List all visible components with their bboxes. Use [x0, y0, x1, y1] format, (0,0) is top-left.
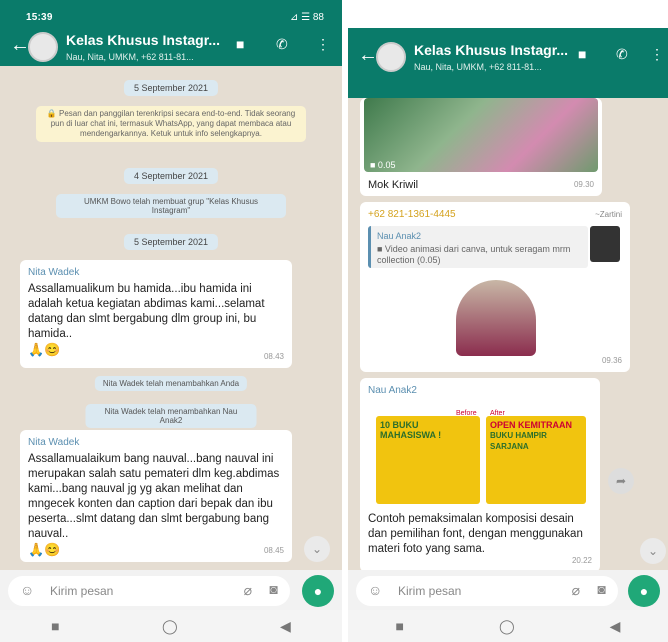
- encryption-notice[interactable]: 🔒 Pesan dan panggilan terenkripsi secara…: [36, 106, 306, 142]
- message-input[interactable]: ☺ Kirim pesan ⌀ ◙: [356, 576, 618, 606]
- video-message[interactable]: ■ 0.05 Mok Kriwil 09.30: [360, 98, 602, 196]
- poster2-title: OPEN KEMITRAAN: [490, 420, 573, 430]
- video-thumbnail[interactable]: [364, 98, 598, 172]
- quote-thumbnail: [590, 226, 620, 262]
- back-arrow-icon[interactable]: ←: [10, 34, 30, 57]
- message-sender: Nita Wadek: [28, 437, 80, 448]
- message-input[interactable]: ☺ Kirim pesan ⌀ ◙: [8, 576, 290, 606]
- chat-header: ← Kelas Khusus Instagr... Nau, Nita, UMK…: [0, 28, 342, 66]
- message-sender: Nita Wadek: [28, 267, 80, 278]
- chat-header: ← Kelas Khusus Instagr... Nau, Nita, UMK…: [348, 38, 668, 76]
- sticker-image[interactable]: [456, 280, 536, 356]
- date-chip: 5 September 2021: [123, 80, 219, 96]
- chat-title[interactable]: Kelas Khusus Instagr...: [66, 32, 220, 48]
- phone-screen-left: 15:39 ⊿ ☰ 88 ← Kelas Khusus Instagr... N…: [0, 0, 342, 642]
- status-time: 15:39: [26, 12, 53, 23]
- status-time: 15:40: [366, 16, 393, 27]
- mic-button[interactable]: ●: [302, 575, 334, 607]
- video-caption: Mok Kriwil: [368, 179, 419, 191]
- phone-call-icon[interactable]: ✆: [276, 36, 288, 53]
- attach-icon[interactable]: ⌀: [244, 582, 252, 599]
- forward-icon[interactable]: ➦: [608, 468, 634, 494]
- input-placeholder: Kirim pesan: [398, 584, 462, 598]
- scroll-down-icon[interactable]: ⌄: [304, 536, 330, 562]
- poster1-title: 10 BUKU MAHASISWA !: [380, 420, 442, 440]
- video-call-icon[interactable]: ■: [578, 46, 586, 62]
- recents-icon[interactable]: ■: [396, 618, 404, 634]
- status-icons: ⊿ ☰ 88: [289, 12, 324, 23]
- poster2-sub: BUKU HAMPIR SARJANA: [490, 431, 547, 451]
- phone-call-icon[interactable]: ✆: [616, 46, 628, 63]
- mic-button[interactable]: ●: [628, 575, 660, 607]
- group-avatar[interactable]: [28, 32, 58, 62]
- chat-area[interactable]: ■ 0.05 Mok Kriwil 09.30 +62 821-1361-444…: [348, 98, 668, 602]
- home-icon[interactable]: ◯: [499, 618, 515, 635]
- system-message: Nita Wadek telah menambahkan Nau Anak2: [85, 404, 257, 428]
- status-icons: ⊿ ☰ 88: [623, 16, 658, 27]
- back-nav-icon[interactable]: ◀: [280, 618, 291, 635]
- video-duration: ■ 0.05: [370, 160, 396, 170]
- message-time: 09.36: [601, 356, 622, 365]
- message-bubble[interactable]: Nita Wadek Assallamualaikum bang nauval.…: [20, 430, 292, 562]
- menu-icon[interactable]: ⋮: [650, 46, 664, 63]
- message-text: Assallamualikum bu hamida...ibu hamida i…: [28, 283, 265, 340]
- system-message: Nita Wadek telah menambahkan Anda: [94, 376, 248, 391]
- input-bar: ☺ Kirim pesan ⌀ ◙ ●: [348, 570, 668, 610]
- poster-before-image[interactable]: 10 BUKU MAHASISWA !: [376, 416, 480, 504]
- quote-sender: Nau Anak2: [377, 231, 422, 241]
- chat-subtitle[interactable]: Nau, Nita, UMKM, +62 811-81...: [66, 52, 194, 62]
- input-bar: ☺ Kirim pesan ⌀ ◙ ●: [0, 570, 342, 610]
- message-time: 08.45: [263, 546, 284, 555]
- chat-area[interactable]: 5 September 2021 🔒 Pesan dan panggilan t…: [0, 66, 342, 602]
- message-bubble[interactable]: Nita Wadek Assallamualikum bu hamida...i…: [20, 260, 292, 368]
- quoted-message[interactable]: Nau Anak2 ■ Video animasi dari canva, un…: [368, 226, 588, 268]
- nav-bar: ■ ◯ ◀: [0, 610, 342, 642]
- back-arrow-icon[interactable]: ←: [358, 44, 378, 67]
- home-icon[interactable]: ◯: [162, 618, 178, 635]
- quote-text: ■ Video animasi dari canva, untuk seraga…: [377, 244, 571, 265]
- message-bubble[interactable]: Nau Anak2 Before After 10 BUKU MAHASISWA…: [360, 378, 600, 572]
- message-emoji: 🙏😊: [28, 542, 61, 557]
- reply-tag: ~Zartini: [595, 210, 622, 219]
- nav-bar: ■ ◯ ◀: [348, 610, 668, 642]
- message-time: 08.43: [263, 352, 284, 361]
- emoji-icon[interactable]: ☺: [368, 582, 382, 598]
- message-text: Assallamualaikum bang nauval...bang nauv…: [28, 453, 280, 540]
- attach-icon[interactable]: ⌀: [572, 582, 580, 599]
- phone-screen-right: 15:40 ⊿ ☰ 88 ← Kelas Khusus Instagr... N…: [348, 0, 668, 642]
- input-placeholder: Kirim pesan: [50, 584, 114, 598]
- video-call-icon[interactable]: ■: [236, 36, 244, 52]
- system-message: UMKM Bowo telah membuat grup "Kelas Khus…: [56, 194, 286, 218]
- message-sender: Nau Anak2: [368, 385, 417, 396]
- poster-after-image[interactable]: OPEN KEMITRAAN BUKU HAMPIR SARJANA: [486, 416, 586, 504]
- date-chip: 4 September 2021: [123, 168, 219, 184]
- scroll-down-icon[interactable]: ⌄: [640, 538, 666, 564]
- message-time: 09.30: [573, 180, 594, 189]
- menu-icon[interactable]: ⋮: [316, 36, 330, 53]
- chat-title[interactable]: Kelas Khusus Instagr...: [414, 42, 568, 58]
- date-chip: 5 September 2021: [123, 234, 219, 250]
- message-text: Contoh pemaksimalan komposisi desain dan…: [368, 513, 583, 555]
- reply-message[interactable]: +62 821-1361-4445 ~Zartini Nau Anak2 ■ V…: [360, 202, 630, 372]
- camera-icon[interactable]: ◙: [270, 581, 278, 597]
- group-avatar[interactable]: [376, 42, 406, 72]
- reply-sender: +62 821-1361-4445: [368, 209, 456, 220]
- message-time: 20.22: [571, 556, 592, 565]
- camera-icon[interactable]: ◙: [598, 581, 606, 597]
- chat-subtitle[interactable]: Nau, Nita, UMKM, +62 811-81...: [414, 62, 542, 72]
- recents-icon[interactable]: ■: [51, 618, 59, 634]
- back-nav-icon[interactable]: ◀: [610, 618, 621, 635]
- emoji-icon[interactable]: ☺: [20, 582, 34, 598]
- message-emoji: 🙏😊: [28, 342, 61, 357]
